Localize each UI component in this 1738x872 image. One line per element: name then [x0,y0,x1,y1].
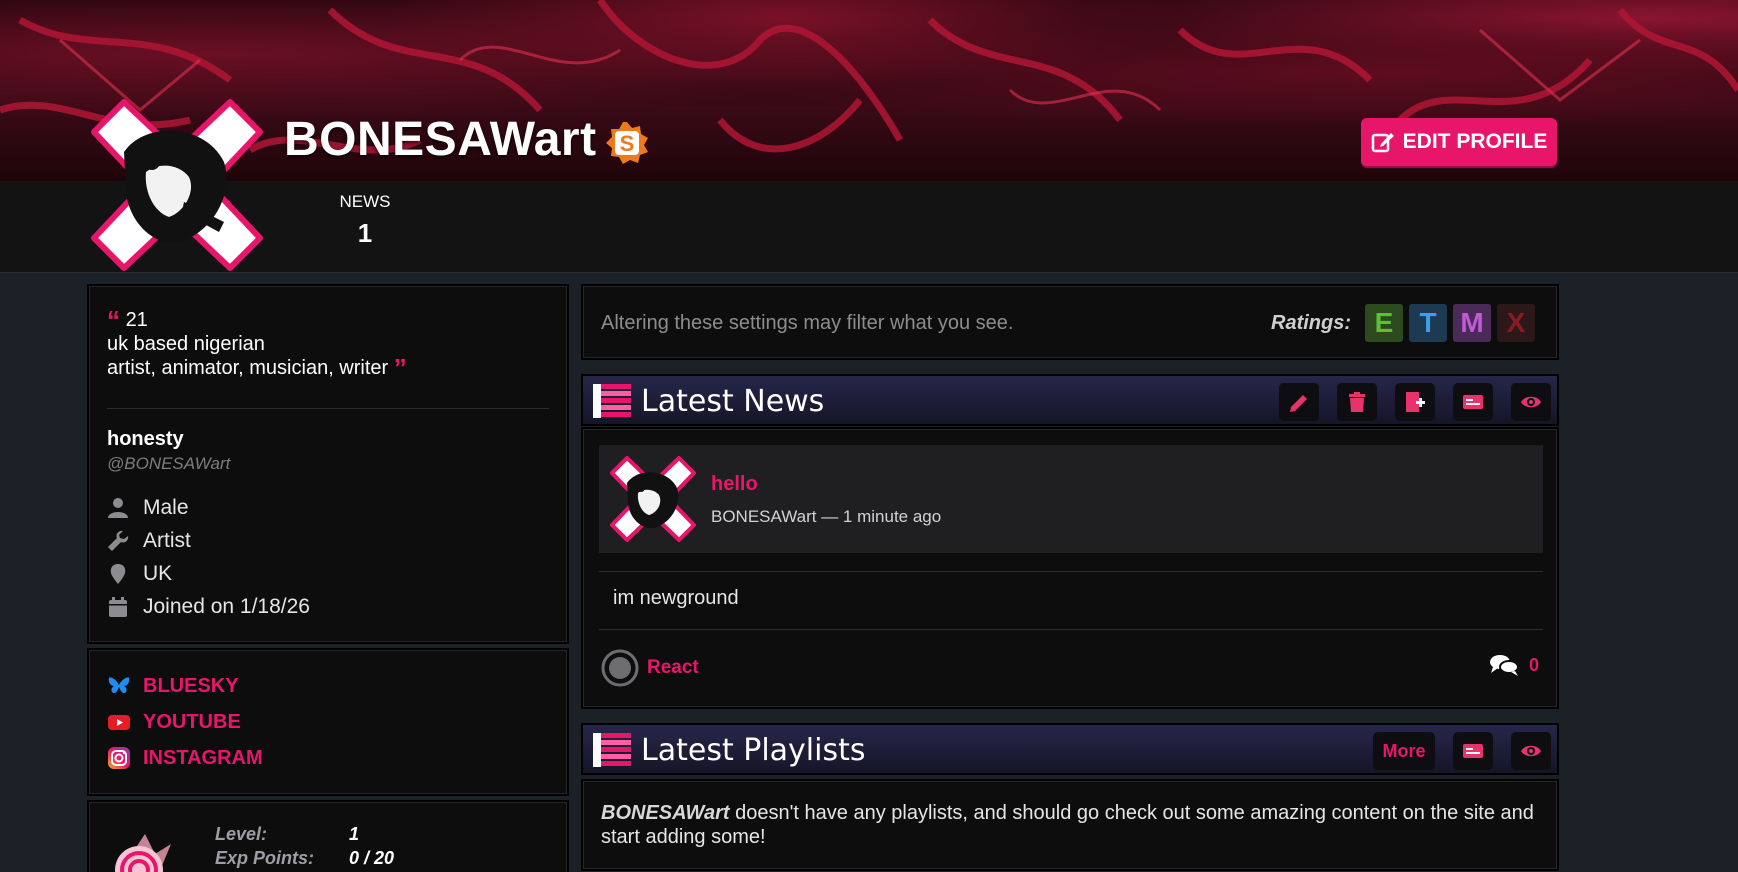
info-joined: Joined on 1/18/26 [107,595,310,619]
bio-line-1: 21 [125,309,148,331]
bio-text: “ 21 uk based nigerian artist, animator,… [107,305,407,383]
rating-a-toggle[interactable]: X [1497,304,1535,342]
rating-e-toggle[interactable]: E [1365,304,1403,342]
youtube-icon [108,715,130,730]
link-youtube-label: YOUTUBE [143,710,241,733]
comments-icon [1489,655,1519,676]
level-label: Level: [215,824,268,844]
react-label: React [647,657,699,678]
rating-e-label: E [1374,307,1394,338]
divider [599,629,1543,630]
display-name: honesty [107,428,184,450]
open-quote-icon: “ [107,305,120,335]
joined-value: Joined on 1/18/26 [143,595,310,618]
pencil-icon [1290,395,1307,412]
location-pin-icon [110,564,126,584]
user-handle: @BONESAWart [107,454,231,473]
playlists-empty-text: doesn't have any playlists, and should g… [601,802,1534,848]
info-location: UK [107,562,172,586]
location-value: UK [143,562,173,585]
rating-m-label: M [1460,307,1484,338]
delete-news-button[interactable] [1337,383,1377,421]
level-value: 1 [349,824,360,844]
svg-text:S: S [620,131,635,156]
info-occupation: Artist [107,529,191,553]
latest-playlists-title: Latest Playlists [641,733,866,768]
edit-profile-label: EDIT PROFILE [1402,130,1548,153]
news-list-icon [593,384,631,418]
link-instagram-label: INSTAGRAM [143,746,263,769]
edit-icon [1371,133,1394,153]
news-display-button[interactable] [1453,383,1493,421]
occupation-value: Artist [143,529,191,552]
stat-news-count: 1 [357,218,373,248]
divider [107,408,549,409]
divider [599,571,1543,572]
rating-m-toggle[interactable]: M [1453,304,1491,342]
add-news-button[interactable] [1395,383,1435,421]
more-playlists-button[interactable]: More [1373,732,1435,770]
content-filter-panel: Altering these settings may filter what … [581,284,1559,360]
stat-news-label: NEWS [339,192,391,211]
news-post-meta: BONESAWart — 1 minute ago [711,507,942,526]
close-quote-icon: ” [393,353,407,383]
supporter-badge-icon[interactable]: S [604,120,650,166]
rating-t-label: T [1419,307,1437,338]
playlists-empty-user: BONESAWart [601,802,730,824]
comments-button[interactable]: 0 [1489,653,1539,677]
latest-news-title: Latest News [641,384,825,419]
news-post-title[interactable]: hello [711,473,758,496]
link-instagram[interactable]: INSTAGRAM [107,746,263,770]
level-panel: Level: 1 Exp Points: 0 / 20 [87,800,569,872]
trash-icon [1349,392,1365,412]
wrench-icon [108,530,129,551]
react-button[interactable]: React [601,649,699,687]
links-panel: BLUESKY YOUTUBE INSTAGRAM [87,648,569,796]
latest-playlists-header: Latest Playlists More [581,723,1559,775]
gender-value: Male [143,496,189,519]
playlists-panel: BONESAWart doesn't have any playlists, a… [581,779,1559,871]
react-circle-icon [601,649,639,687]
profile-avatar[interactable] [84,92,270,278]
add-page-icon [1406,392,1425,412]
calendar-icon [109,597,127,617]
edit-profile-button[interactable]: EDIT PROFILE [1361,118,1557,166]
user-icon [108,498,128,518]
level-badge-icon [115,834,171,872]
link-bluesky-label: BLUESKY [143,674,239,697]
profile-username: BONESAWart [284,113,597,166]
rating-t-toggle[interactable]: T [1409,304,1447,342]
link-youtube[interactable]: YOUTUBE [107,710,241,734]
exp-label: Exp Points: [215,848,315,868]
stat-news[interactable]: NEWS 1 [330,192,400,249]
eye-icon [1521,396,1541,408]
rating-a-label: X [1506,307,1526,338]
card-icon [1463,395,1483,409]
bio-panel: “ 21 uk based nigerian artist, animator,… [87,284,569,644]
post-author-avatar[interactable] [607,453,699,545]
playlist-list-icon [593,733,631,767]
news-post-body: im newground [613,587,739,609]
news-visibility-button[interactable] [1511,383,1551,421]
comment-count: 0 [1528,654,1539,675]
playlists-empty-message: BONESAWart doesn't have any playlists, a… [601,801,1541,849]
butterfly-icon [108,677,130,694]
instagram-icon [108,747,130,769]
info-gender: Male [107,496,189,520]
playlists-display-button[interactable] [1453,732,1493,770]
bio-line-3: artist, animator, musician, writer [107,357,389,379]
ratings-label: Ratings: [1271,312,1351,334]
link-bluesky[interactable]: BLUESKY [107,674,239,698]
edit-news-button[interactable] [1279,383,1319,421]
eye-icon [1521,745,1541,757]
latest-news-header: Latest News [581,374,1559,426]
card-icon [1463,744,1483,758]
exp-value: 0 / 20 [349,848,395,868]
news-post-card[interactable]: hello BONESAWart — 1 minute ago [599,445,1543,553]
filter-notice: Altering these settings may filter what … [601,312,1014,334]
playlists-visibility-button[interactable] [1511,732,1551,770]
news-post-panel: hello BONESAWart — 1 minute ago im newgr… [581,427,1559,709]
bio-line-2: uk based nigerian [107,333,265,355]
